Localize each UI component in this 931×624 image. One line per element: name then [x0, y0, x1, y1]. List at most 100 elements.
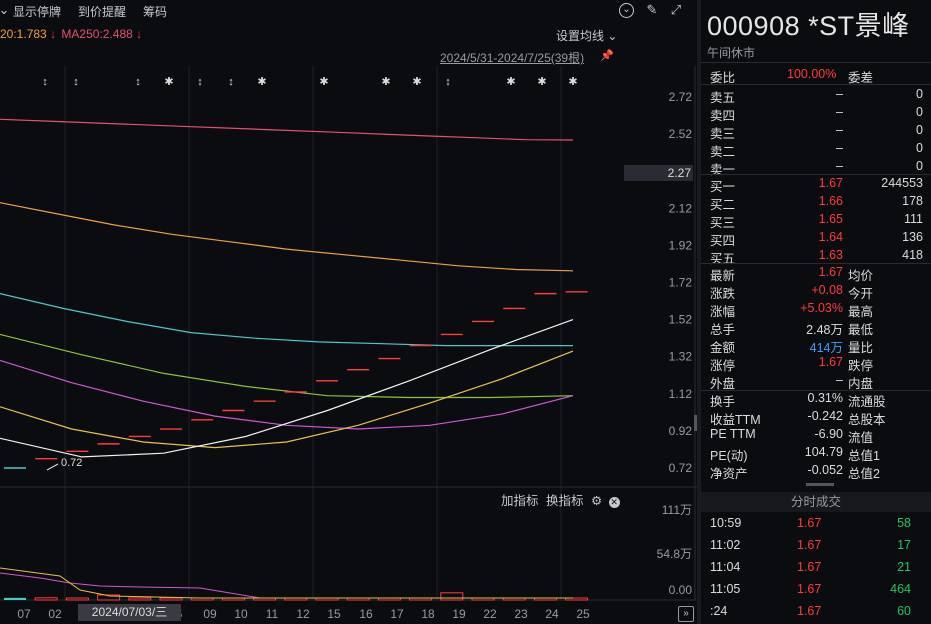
x-axis-label: 24	[545, 607, 559, 621]
add-indicator-button[interactable]: 加指标	[501, 494, 539, 508]
note-symbol[interactable]: ✱	[381, 76, 390, 88]
trade-row: 11:05 1.67 464	[701, 581, 931, 599]
stock-title: 000908 *ST景峰	[707, 11, 910, 41]
fundamental-row: PE TTM -6.90 流值	[701, 426, 931, 445]
note-symbol[interactable]: ✱	[257, 76, 266, 88]
market-status: 午间休市	[707, 46, 756, 60]
volume-tick: 0.00	[669, 583, 693, 597]
price-tick: 1.52	[669, 313, 693, 327]
note-symbol[interactable]: ↕	[228, 76, 234, 88]
note-symbol[interactable]: ✱	[568, 76, 577, 88]
ask-row: 卖二 –0	[701, 140, 931, 159]
fundamental-row: 净资产 -0.052 总值2	[701, 462, 931, 481]
ma-line-ma20	[0, 359, 574, 430]
trade-time: 11:04	[710, 560, 741, 574]
fundamental-label-2: 总值2	[848, 467, 880, 481]
bid-row: 买四 1.64 136	[701, 229, 931, 248]
bid-price: 1.65	[818, 212, 843, 226]
note-symbol[interactable]: ↕	[42, 76, 48, 88]
ma-line-ma30	[0, 333, 574, 399]
fundamental-label: 净资产	[710, 467, 748, 481]
note-symbol[interactable]: ✱	[412, 76, 421, 88]
stat-row: 涨跌 +0.08 今开	[701, 282, 931, 301]
price-tick: 2.12	[669, 201, 693, 215]
note-symbol[interactable]: ✱	[506, 76, 515, 88]
fundamental-value: -6.90	[814, 427, 844, 441]
ma-line-ma250	[0, 118, 574, 141]
price-tick: 1.72	[669, 276, 693, 290]
stat-row: 金额 414万 量比	[701, 336, 931, 355]
note-symbol[interactable]: ↕	[445, 76, 451, 88]
price-tick: 0.72	[669, 461, 693, 475]
stat-row: 总手 2.48万 最低	[701, 318, 931, 337]
x-axis-label: 12	[296, 607, 310, 621]
ma-line-ma120	[0, 202, 574, 272]
bid-price: 1.64	[818, 230, 843, 244]
ask-price: –	[836, 123, 843, 137]
weibi-value: 100.00%	[787, 67, 837, 81]
kline-chart[interactable]: 2.72 2.52 2.12 1.92 1.72 1.52 1.32 1.12 0.92 0.72…	[0, 0, 697, 624]
bid-volume: 111	[903, 212, 923, 226]
note-symbol[interactable]: ↕	[73, 76, 79, 88]
close-icon[interactable]: ✕	[608, 497, 620, 508]
fundamental-value: -0.242	[807, 409, 843, 423]
volume-tick: 111万	[662, 503, 692, 517]
note-symbol[interactable]: ↕	[197, 76, 203, 88]
trade-row: 11:04 1.67 21	[701, 559, 931, 577]
gear-icon[interactable]: ⚙	[591, 494, 602, 508]
trade-price: 1.67	[797, 516, 822, 530]
ask-row: 卖四 –0	[701, 104, 931, 123]
price-tick: 0.92	[669, 424, 693, 438]
trade-price: 1.67	[797, 604, 822, 618]
volume-tick: 54.8万	[657, 547, 692, 561]
trade-volume: 21	[897, 560, 911, 574]
ask-row: 卖五 –0	[701, 86, 931, 105]
x-axis-label: 11	[266, 607, 279, 621]
bid-price: 1.66	[818, 194, 843, 208]
note-symbol[interactable]: ✱	[537, 76, 546, 88]
volume-panel-controls: 加指标 换指标 ⚙ ✕	[501, 490, 620, 509]
x-axis-label: 19	[452, 607, 466, 621]
x-axis-label: 02	[48, 607, 62, 621]
collapse-handle[interactable]	[806, 483, 834, 486]
trades-header[interactable]: 分时成交	[701, 492, 931, 512]
volume-bar[interactable]	[440, 592, 464, 601]
fundamental-value: -0.052	[807, 463, 843, 477]
trade-row: 11:02 1.67 17	[701, 537, 931, 555]
trade-price: 1.67	[797, 560, 822, 574]
x-axis-label: 10	[234, 607, 248, 621]
volume-bar[interactable]	[128, 597, 152, 601]
bid-row: 买一 1.67 244553	[701, 175, 931, 194]
stat-value: +0.08	[811, 283, 843, 297]
ask-price: –	[836, 141, 843, 155]
ask-price: –	[836, 159, 843, 173]
note-symbol[interactable]: ✱	[319, 76, 328, 88]
quote-panel: 000908 *ST景峰 午间休市 委比 100.00% 委差 卖五 –0 卖四 –0…	[701, 0, 931, 624]
note-symbol[interactable]: ↕	[135, 76, 141, 88]
trade-volume: 17	[897, 538, 911, 552]
volume-ma-line	[0, 572, 573, 599]
fundamental-value: 0.31%	[807, 391, 843, 405]
volume-bar[interactable]	[65, 597, 89, 601]
ask-row: 卖三 –0	[701, 122, 931, 141]
volume-bar[interactable]	[34, 597, 58, 601]
bid-row: 买二 1.66 178	[701, 193, 931, 212]
crosshair-date-label: 2024/07/03/三	[78, 604, 181, 621]
x-axis-label: 18	[421, 607, 435, 621]
note-symbol[interactable]: ✱	[164, 76, 173, 88]
scroll-right-button[interactable]: »	[678, 606, 694, 622]
volume-bar[interactable]	[4, 597, 26, 600]
volume-bar[interactable]	[159, 597, 183, 601]
switch-indicator-button[interactable]: 换指标	[546, 494, 584, 508]
stat-row: 外盘 – 内盘	[701, 372, 931, 391]
bid-volume: 178	[902, 194, 923, 208]
trade-time: 11:05	[710, 582, 741, 596]
stat-value: +5.03%	[800, 301, 843, 315]
volume-ma-line	[0, 567, 573, 599]
stat-value: 1.67	[818, 355, 843, 369]
x-axis-label: 23	[514, 607, 528, 621]
current-price-label: 2.27	[668, 166, 692, 180]
ask-volume: 0	[916, 87, 923, 101]
bid-volume: 418	[902, 248, 923, 262]
price-tick: 1.92	[669, 238, 693, 252]
